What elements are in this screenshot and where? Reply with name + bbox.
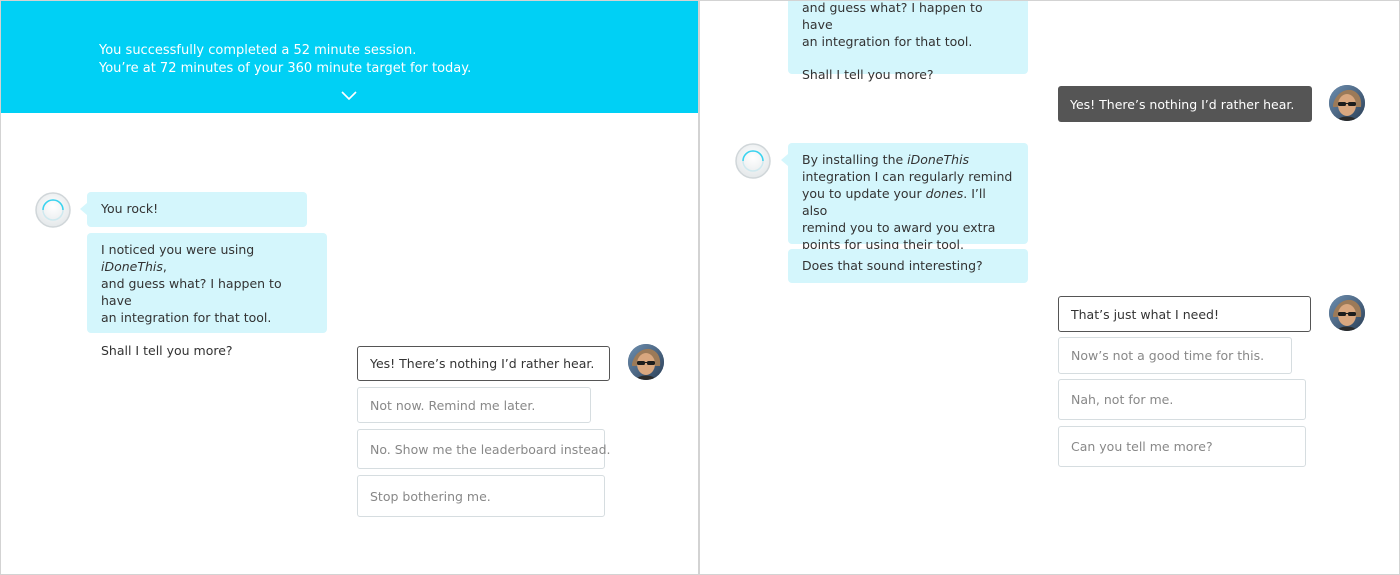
user-avatar (628, 344, 664, 380)
chevron-down-icon[interactable] (340, 90, 358, 102)
bot-avatar (735, 143, 771, 179)
user-avatar (1329, 85, 1365, 121)
reply-option-just-what-i-need[interactable]: That’s just what I need! (1058, 296, 1311, 332)
banner-session-text: You successfully completed a 52 minute s… (99, 43, 417, 58)
user-avatar (1329, 295, 1365, 331)
banner-target-text: You’re at 72 minutes of your 360 minute … (99, 61, 472, 76)
bot-message: I noticed you were using iDoneThis, and … (87, 233, 327, 358)
left-chat-panel: You successfully completed a 52 minute s… (0, 0, 699, 575)
reply-option-yes[interactable]: Yes! There’s nothing I’d rather hear. (357, 346, 610, 381)
bot-message: By installing the iDoneThis integration … (781, 143, 1028, 252)
user-reply-message: Yes! There’s nothing I’d rather hear. (1058, 86, 1312, 122)
bot-message: and guess what? I happen to have an inte… (788, 1, 1028, 82)
reply-option-not-for-me[interactable]: Nah, not for me. (1058, 379, 1306, 420)
bot-message: Does that sound interesting? (788, 249, 1028, 283)
reply-option-stop[interactable]: Stop bothering me. (357, 475, 605, 517)
reply-option-leaderboard[interactable]: No. Show me the leaderboard instead. (357, 429, 610, 469)
reply-option-remind-later[interactable]: Not now. Remind me later. (357, 387, 591, 423)
bot-message: You rock! (80, 192, 307, 227)
reply-option-not-good-time[interactable]: Now’s not a good time for this. (1058, 337, 1292, 374)
reply-option-tell-me-more[interactable]: Can you tell me more? (1058, 426, 1306, 467)
session-banner: You successfully completed a 52 minute s… (1, 1, 698, 113)
bot-avatar (35, 192, 71, 228)
right-chat-panel: and guess what? I happen to have an inte… (699, 0, 1400, 575)
